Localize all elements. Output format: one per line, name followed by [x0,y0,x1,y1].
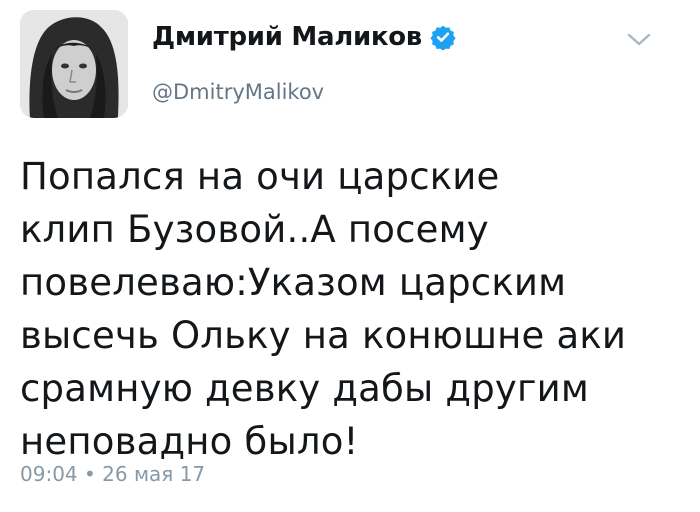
author-display-name[interactable]: Дмитрий Маликов [152,22,422,52]
author-name-row[interactable]: Дмитрий Маликов [152,22,456,52]
author-avatar[interactable] [20,10,128,118]
tweet-time[interactable]: 09:04 [20,462,78,486]
verified-badge-icon [430,25,456,50]
chevron-down-icon[interactable] [626,32,652,48]
tweet-text: Попался на очи царские клип Бузовой..А п… [20,155,627,463]
meta-separator: • [84,462,96,486]
avatar-image [20,10,128,118]
tweet-date[interactable]: 26 мая 17 [102,462,205,486]
tweet-card: Дмитрий Маликов @DmitryMalikov Попался н… [0,0,700,512]
tweet-meta: 09:04 • 26 мая 17 [20,462,205,486]
author-handle[interactable]: @DmitryMalikov [152,80,324,104]
